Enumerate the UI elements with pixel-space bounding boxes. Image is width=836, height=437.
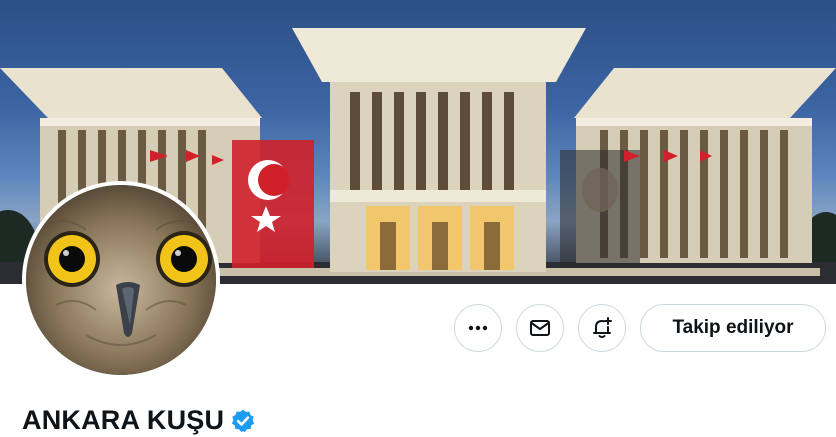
notifications-button[interactable] <box>578 304 626 352</box>
following-button[interactable]: Takip ediliyor <box>640 304 826 352</box>
display-name: ANKARA KUŞU <box>22 405 225 435</box>
verified-badge-icon[interactable] <box>230 408 256 434</box>
message-button[interactable] <box>516 304 564 352</box>
profile-avatar[interactable] <box>22 181 220 379</box>
following-button-label: Takip ediliyor <box>672 317 794 338</box>
more-horizontal-icon <box>468 325 488 331</box>
more-options-button[interactable] <box>454 304 502 352</box>
mail-icon <box>530 320 550 336</box>
owl-avatar-photo <box>26 185 216 375</box>
bell-plus-icon <box>593 317 612 338</box>
profile-name-row: ANKARA KUŞU <box>22 405 256 436</box>
